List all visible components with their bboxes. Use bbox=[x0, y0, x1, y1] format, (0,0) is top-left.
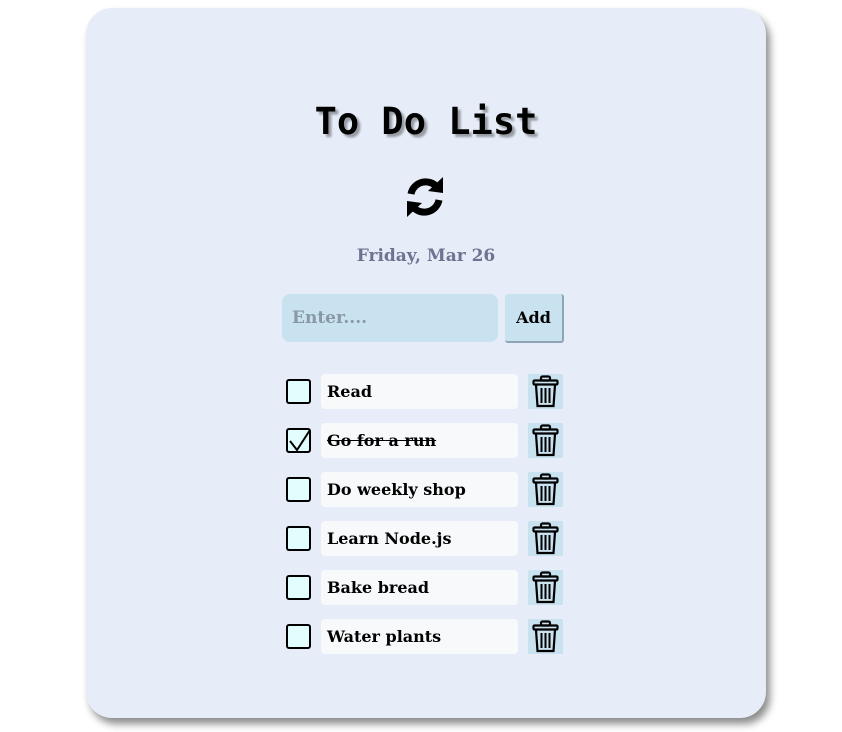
delete-button[interactable] bbox=[528, 472, 563, 507]
delete-button[interactable] bbox=[528, 374, 563, 409]
todo-card: To Do List Friday, Mar 26 Add Read Go for… bbox=[86, 8, 766, 718]
task-item: Read bbox=[286, 374, 566, 423]
task-checkbox[interactable] bbox=[286, 624, 311, 649]
task-checkbox[interactable] bbox=[286, 379, 311, 404]
page-title: To Do List bbox=[314, 100, 538, 143]
trash-icon bbox=[532, 473, 559, 506]
task-item: Learn Node.js bbox=[286, 521, 566, 570]
delete-button[interactable] bbox=[528, 619, 563, 654]
add-button[interactable]: Add bbox=[505, 294, 564, 343]
trash-icon bbox=[532, 620, 559, 653]
task-item: Water plants bbox=[286, 619, 566, 668]
task-text[interactable]: Water plants bbox=[321, 619, 518, 654]
checkmark-icon bbox=[289, 429, 311, 452]
trash-icon bbox=[532, 522, 559, 555]
task-list: Read Go for a run Do weekly shop Learn Node… bbox=[286, 374, 566, 668]
task-checkbox[interactable] bbox=[286, 575, 311, 600]
trash-icon bbox=[532, 424, 559, 457]
task-checkbox[interactable] bbox=[286, 477, 311, 502]
task-input[interactable] bbox=[282, 294, 498, 342]
task-item: Go for a run bbox=[286, 423, 566, 472]
task-item: Bake bread bbox=[286, 570, 566, 619]
task-text[interactable]: Bake bread bbox=[321, 570, 518, 605]
delete-button[interactable] bbox=[528, 423, 563, 458]
refresh-icon[interactable] bbox=[403, 174, 447, 220]
task-text[interactable]: Learn Node.js bbox=[321, 521, 518, 556]
task-checkbox[interactable] bbox=[286, 428, 311, 453]
task-text[interactable]: Read bbox=[321, 374, 518, 409]
task-item: Do weekly shop bbox=[286, 472, 566, 521]
task-text[interactable]: Go for a run bbox=[321, 423, 518, 458]
trash-icon bbox=[532, 571, 559, 604]
current-date: Friday, Mar 26 bbox=[356, 246, 496, 266]
task-text[interactable]: Do weekly shop bbox=[321, 472, 518, 507]
delete-button[interactable] bbox=[528, 570, 563, 605]
delete-button[interactable] bbox=[528, 521, 563, 556]
task-checkbox[interactable] bbox=[286, 526, 311, 551]
trash-icon bbox=[532, 375, 559, 408]
